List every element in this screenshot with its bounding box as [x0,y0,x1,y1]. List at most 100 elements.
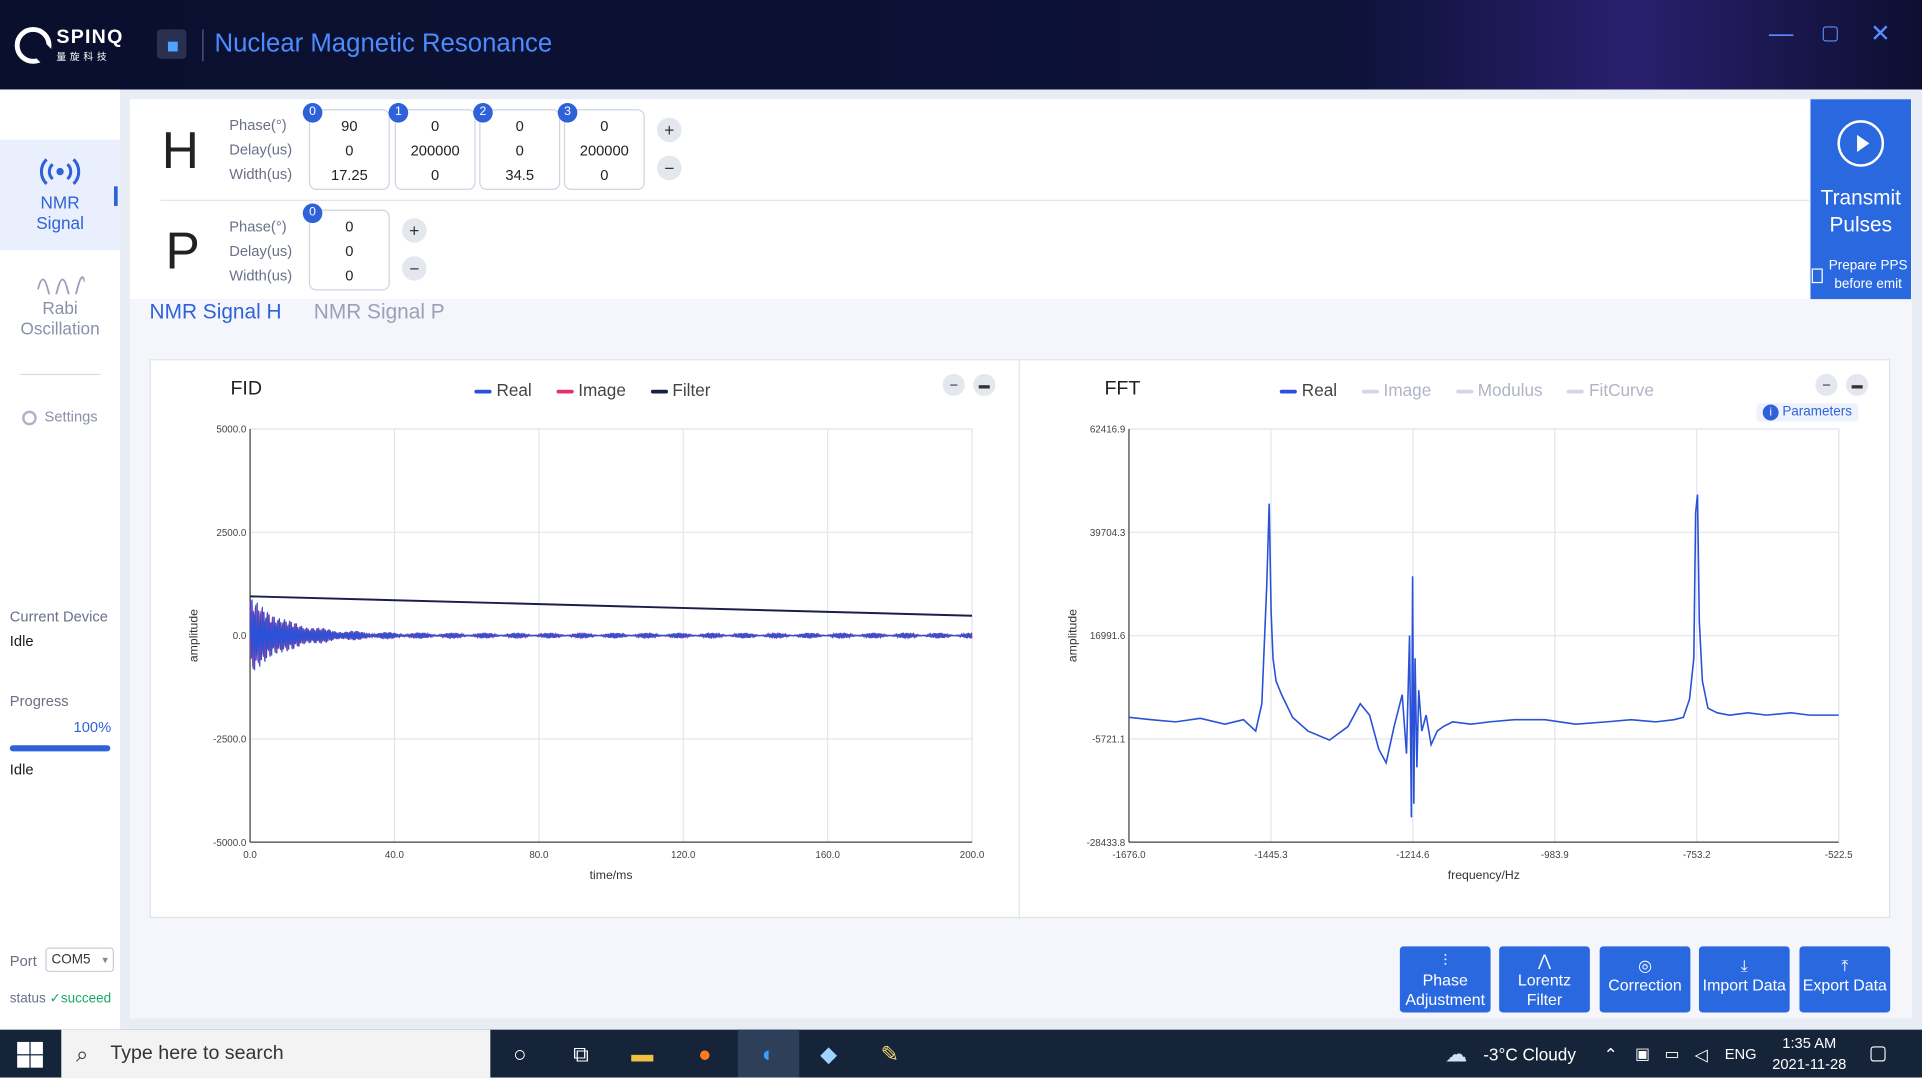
tab-nmr-signal-h[interactable]: NMR Signal H [150,300,282,325]
action-label: Phase [1422,970,1468,990]
pulse-delay[interactable]: 200000 [565,139,643,164]
clock-date: 2021-11-28 [1772,1055,1847,1073]
weather-text[interactable]: -3°C Cloudy [1483,1030,1576,1078]
fft-x-tick: -1445.3 [1254,850,1288,861]
progress-value: 100% [73,718,112,736]
progress-bar [9,745,111,752]
h-param-labels: Phase(°) Delay(us) Width(us) [229,113,292,187]
notification-icon[interactable]: ▢ [1863,1039,1892,1068]
h-pulse-card[interactable]: 3 0 200000 0 [557,102,645,190]
pulse-phase[interactable]: 0 [310,215,388,240]
pulse-width[interactable]: 34.5 [481,163,559,188]
p-pulse-card[interactable]: 0 0 0 0 [302,203,390,291]
pulse-width[interactable]: 17.25 [310,163,388,188]
sidebar-item-rabi[interactable]: Rabi Oscillation [0,265,120,363]
action-button-2[interactable]: ◎ Correction [1599,946,1691,1013]
play-icon [1837,120,1885,167]
fft-x-tick: -753.2 [1683,850,1711,861]
port-select[interactable]: COM5 ▾ [45,947,114,973]
cortana-icon[interactable]: ○ [505,1039,534,1068]
check-icon: ✓ [49,991,61,1007]
volume-icon[interactable]: ◁ [1687,1039,1716,1068]
title-bar: SPINQ 量旋科技 Nuclear Magnetic Resonance — … [0,0,1922,90]
clock[interactable]: 1:35 AM 2021-11-28 [1760,1033,1858,1075]
action-icon: ⤓ [1740,956,1748,975]
phase-label: Phase(°) [229,116,287,134]
tab-nmr-signal-p[interactable]: NMR Signal P [314,300,445,325]
task-view-icon[interactable]: ⧉ [566,1039,595,1068]
pulse-delay[interactable]: 0 [310,139,388,164]
fid-plot: 0.0 40.0 80.0 120.0 160.0 200.0 5000.0 2500.0 0.… [186,425,985,882]
h-pulse-card[interactable]: 2 0 0 34.5 [473,102,561,190]
fid-x-tick: 0.0 [243,850,257,861]
pulse-delay[interactable]: 0 [481,139,559,164]
action-button-0[interactable]: ⫶ Phase Adjustment [1399,946,1491,1013]
pulse-width[interactable]: 0 [396,163,474,188]
fft-real-series [1128,494,1839,818]
fft-y-tick: 62416.9 [1090,425,1125,436]
pulse-delay[interactable]: 0 [310,239,388,264]
windows-start-icon[interactable] [17,1041,44,1069]
h-pulse-card[interactable]: 0 90 0 17.25 [302,102,390,190]
remove-h-pulse-button[interactable]: − [657,155,682,181]
transmit-label: Pulses [1829,213,1893,237]
pulse-index-badge: 2 [473,102,493,123]
delay-label: Delay(us) [229,140,293,159]
charts-panel: FID Real Image Filter − ▬ FFT Real Image… [149,359,1891,920]
firefox-icon[interactable]: ● [690,1039,719,1068]
home-icon[interactable] [156,29,187,59]
edge-icon[interactable]: ◐ [737,1029,800,1078]
prepare-label: before emit [1834,277,1902,292]
fid-y-tick: 0.0 [233,631,247,642]
action-icon: ⫶ [1443,951,1448,970]
prepare-label: Prepare PPS [1828,258,1908,274]
phase-label: Phase(°) [229,218,287,236]
close-button[interactable]: ✕ [1866,20,1895,49]
sidebar-label: Signal [36,213,84,233]
sidebar-item-nmr-signal[interactable]: NMR Signal [0,139,121,251]
fft-x-label: frequency/Hz [1448,868,1520,882]
fid-y-tick: -5000.0 [213,838,247,849]
file-explorer-icon[interactable]: ▬ [628,1039,657,1068]
maximize-button[interactable]: ▢ [1815,20,1844,49]
pulse-phase[interactable]: 0 [565,114,643,139]
weather-cloud-icon: ☁ [1445,1041,1468,1067]
pulse-phase[interactable]: 0 [396,114,474,139]
taskbar-search[interactable]: ⌕ Type here to search [61,1029,491,1078]
prepare-pps-checkbox[interactable] [1811,268,1823,284]
sidebar-label: NMR [40,192,80,213]
app-title: Nuclear Magnetic Resonance [214,29,553,58]
fft-plot: -1676.0 -1445.3 -1214.6 -983.9 -753.2 -522.5 6… [1065,425,1853,882]
pulse-phase[interactable]: 90 [310,114,388,139]
taskbar: ⌕ Type here to search ○ ⧉ ▬ ● ◐ ◆ ✎ ☁ -3°… [0,1029,1922,1078]
device-icon[interactable]: ▣ [1628,1039,1657,1068]
app-icon[interactable]: ◆ [814,1039,843,1068]
status-label: status ✓succeed [10,990,112,1007]
pulse-width[interactable]: 0 [310,264,388,289]
fid-y-label: amplitude [186,609,200,662]
pulse-width[interactable]: 0 [565,163,643,188]
channel-p-letter: P [165,221,200,280]
fft-x-tick: -983.9 [1541,850,1569,861]
remove-p-pulse-button[interactable]: − [402,256,427,281]
transmit-pulses-button[interactable]: Transmit Pulses Prepare PPS before emit [1810,99,1912,300]
add-h-pulse-button[interactable]: + [657,117,682,143]
status-value: succeed [60,991,112,1007]
brand-name: SPINQ [56,26,124,48]
paint-icon[interactable]: ✎ [875,1039,904,1068]
action-button-3[interactable]: ⤓ Import Data [1698,946,1790,1013]
fft-x-tick: -1676.0 [1112,850,1146,861]
tray-chevron-icon[interactable]: ⌃ [1596,1039,1625,1068]
action-button-1[interactable]: ⋀ Lorentz Filter [1499,946,1590,1013]
pulse-delay[interactable]: 200000 [396,139,474,164]
h-pulse-card[interactable]: 1 0 200000 0 [388,102,476,190]
network-icon[interactable]: ▭ [1657,1039,1686,1068]
fid-x-tick: 40.0 [385,850,405,861]
action-button-4[interactable]: ⤒ Export Data [1799,946,1891,1013]
minimize-button[interactable]: — [1766,20,1795,49]
add-p-pulse-button[interactable]: + [402,218,427,243]
sidebar-item-settings[interactable]: Settings [0,408,120,433]
pulse-phase[interactable]: 0 [481,114,559,139]
language-indicator[interactable]: ENG [1725,1030,1757,1078]
sidebar: NMR Signal Rabi Oscillation Settings Cur… [0,89,121,1031]
